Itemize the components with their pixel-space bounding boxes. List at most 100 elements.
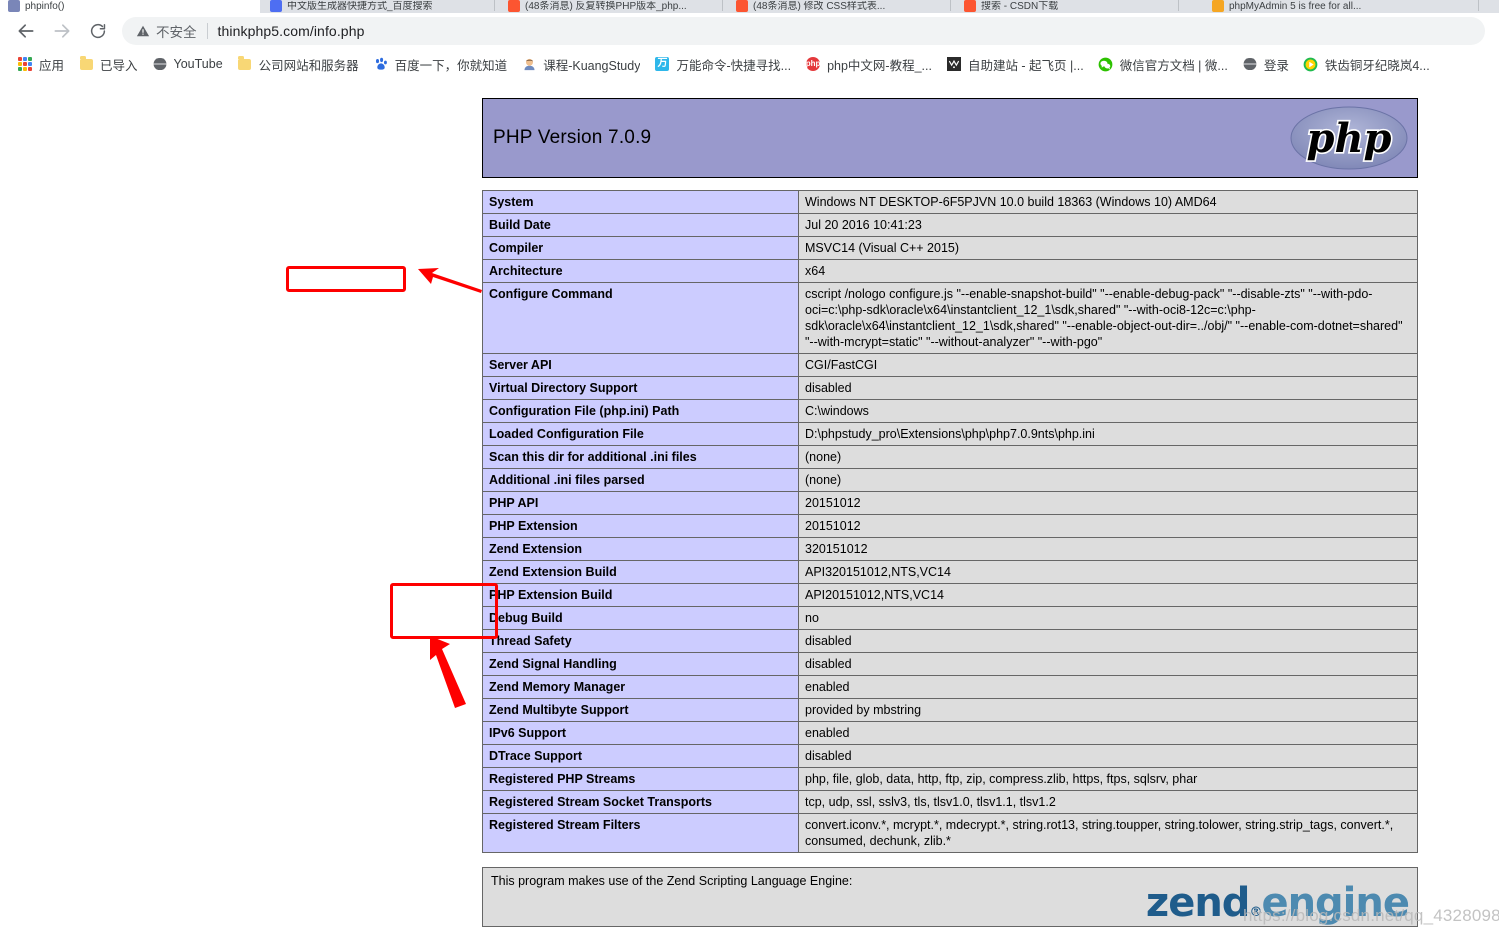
bookmark-video-series[interactable]: 铁齿铜牙纪晓岚4... xyxy=(1296,52,1437,76)
browser-toolbar: 不安全 thinkphp5.com/info.php xyxy=(0,13,1499,48)
address-bar[interactable]: 不安全 thinkphp5.com/info.php xyxy=(122,16,1485,45)
table-cell-key: Configuration File (php.ini) Path xyxy=(482,399,799,423)
table-cell-value: C:\windows xyxy=(798,399,1418,423)
table-cell-key: PHP Extension xyxy=(482,514,799,538)
table-row: IPv6 Support enabled xyxy=(482,721,1418,745)
warning-triangle-icon xyxy=(136,25,150,36)
table-cell-value: Jul 20 2016 10:41:23 xyxy=(798,213,1418,237)
table-cell-value: disabled xyxy=(798,744,1418,768)
table-cell-value: disabled xyxy=(798,652,1418,676)
table-cell-key: Thread Safety xyxy=(482,629,799,653)
table-cell-value: 20151012 xyxy=(798,514,1418,538)
table-row: DTrace Support disabled xyxy=(482,744,1418,768)
security-status[interactable]: 不安全 xyxy=(136,21,197,41)
table-row: Debug Build no xyxy=(482,606,1418,630)
globe-glyph xyxy=(1242,57,1257,71)
bookmark-kuangstudy[interactable]: 课程-KuangStudy xyxy=(514,52,647,76)
table-cell-key: Zend Extension Build xyxy=(482,560,799,584)
bookmark-baidu[interactable]: 百度一下，你就知道 xyxy=(366,52,515,76)
table-cell-value: API320151012,NTS,VC14 xyxy=(798,560,1418,584)
table-cell-value: disabled xyxy=(798,629,1418,653)
table-cell-value: php, file, glob, data, http, ftp, zip, c… xyxy=(798,767,1418,791)
table-row: PHP API 20151012 xyxy=(482,491,1418,515)
table-cell-key: Virtual Directory Support xyxy=(482,376,799,400)
bookmark-label: YouTube xyxy=(173,57,223,71)
table-row: Build Date Jul 20 2016 10:41:23 xyxy=(482,213,1418,237)
bookmark-label: 微信官方文档 | 微... xyxy=(1119,58,1228,73)
browser-chrome: phpinfo() 中文版生成器快捷方式_百度搜索 (48条消息) 反复转换PH… xyxy=(0,0,1499,80)
bookmark-imported[interactable]: 已导入 xyxy=(71,52,145,76)
csdn-icon xyxy=(736,0,748,12)
php-logo-icon: php xyxy=(1289,105,1409,171)
bookmark-label: 万能命令-快捷寻找... xyxy=(676,58,792,73)
forward-button[interactable] xyxy=(48,17,76,45)
table-cell-value: tcp, udp, ssl, sslv3, tls, tlsv1.0, tlsv… xyxy=(798,790,1418,814)
browser-tab-inactive[interactable]: (48条消息) 反复转换PHP版本_php... xyxy=(500,0,718,13)
table-cell-key: Zend Multibyte Support xyxy=(482,698,799,722)
table-row: Zend Extension Build API320151012,NTS,VC1… xyxy=(482,560,1418,584)
globe-icon xyxy=(152,56,168,72)
bookmark-qifeiye[interactable]: 自助建站 - 起飞页 |... xyxy=(939,52,1091,76)
table-cell-key: Build Date xyxy=(482,213,799,237)
avatar-glyph xyxy=(524,58,535,70)
reload-button[interactable] xyxy=(84,17,112,45)
table-cell-value: disabled xyxy=(798,376,1418,400)
table-cell-value: (none) xyxy=(798,468,1418,492)
omnibox-divider xyxy=(206,22,208,39)
table-row: Compiler MSVC14 (Visual C++ 2015) xyxy=(482,236,1418,260)
browser-tab-inactive[interactable]: 搜索 - CSDN下载 xyxy=(956,0,1174,13)
browser-tab-inactive[interactable]: 中文版生成器快捷方式_百度搜索 xyxy=(262,0,490,13)
table-cell-value: enabled xyxy=(798,675,1418,699)
table-row: Zend Multibyte Support provided by mbstri… xyxy=(482,698,1418,722)
bookmark-company-sites[interactable]: 公司网站和服务器 xyxy=(230,52,366,76)
browser-tab-active[interactable]: phpinfo() xyxy=(0,0,260,13)
table-cell-value: API20151012,NTS,VC14 xyxy=(798,583,1418,607)
globe-icon xyxy=(1242,56,1258,72)
table-row: Virtual Directory Support disabled xyxy=(482,376,1418,400)
table-row: Architecture x64 xyxy=(482,259,1418,283)
bookmark-login[interactable]: 登录 xyxy=(1235,52,1296,76)
back-button[interactable] xyxy=(12,17,40,45)
tab-strip: phpinfo() 中文版生成器快捷方式_百度搜索 (48条消息) 反复转换PH… xyxy=(0,0,1499,13)
php-icon xyxy=(8,0,20,12)
page-viewport: PHP Version 7.0.9 php System Windows NT D… xyxy=(0,80,1499,938)
bookmark-label: 百度一下，你就知道 xyxy=(394,58,508,73)
table-row: Thread Safety disabled xyxy=(482,629,1418,653)
baidu-paw-icon xyxy=(373,56,389,72)
table-cell-key: Architecture xyxy=(482,259,799,283)
table-cell-value: D:\phpstudy_pro\Extensions\php\php7.0.9n… xyxy=(798,422,1418,446)
tab-separator xyxy=(494,0,495,11)
bookmark-label: 自助建站 - 起飞页 |... xyxy=(967,58,1084,73)
csdn-icon xyxy=(964,0,976,12)
table-cell-value: CGI/FastCGI xyxy=(798,353,1418,377)
wechat-glyph xyxy=(1098,57,1113,71)
table-row: Zend Memory Manager enabled xyxy=(482,675,1418,699)
bookmark-apps[interactable]: 应用 xyxy=(10,52,71,76)
table-row: Zend Signal Handling disabled xyxy=(482,652,1418,676)
table-cell-key: DTrace Support xyxy=(482,744,799,768)
svg-text:php: php xyxy=(1306,115,1391,162)
table-row: System Windows NT DESKTOP-6F5PJVN 10.0 bu… xyxy=(482,190,1418,214)
highlight-architecture-x64 xyxy=(286,266,406,292)
bookmark-label: 已导入 xyxy=(100,58,138,73)
browser-tab-inactive[interactable]: phpMyAdmin 5 is free for all... xyxy=(1204,0,1474,13)
table-cell-key: Debug Build xyxy=(482,606,799,630)
bookmark-wechat-docs[interactable]: 微信官方文档 | 微... xyxy=(1091,52,1235,76)
reload-icon xyxy=(90,23,106,38)
table-row: Configuration File (php.ini) Path C:\wind… xyxy=(482,399,1418,423)
table-cell-key: Compiler xyxy=(482,236,799,260)
browser-tab-inactive[interactable]: (48条消息) 修改 CSS样式表... xyxy=(728,0,946,13)
bookmark-php-cn[interactable]: php php中文网-教程_... xyxy=(798,52,939,76)
apps-grid-icon xyxy=(17,56,33,72)
table-row: Registered Stream Filters convert.iconv.*… xyxy=(482,813,1418,853)
paw-glyph xyxy=(375,57,387,70)
bookmark-wanneng-command[interactable]: 万 万能命令-快捷寻找... xyxy=(647,52,798,76)
bookmark-youtube[interactable]: YouTube xyxy=(145,52,230,76)
table-row: Zend Extension 320151012 xyxy=(482,537,1418,561)
wechat-icon xyxy=(1098,56,1114,72)
table-cell-value: no xyxy=(798,606,1418,630)
baidu-icon xyxy=(270,0,282,12)
table-cell-value: (none) xyxy=(798,445,1418,469)
tab-title: 搜索 - CSDN下载 xyxy=(981,1,1059,12)
table-cell-key: Zend Extension xyxy=(482,537,799,561)
